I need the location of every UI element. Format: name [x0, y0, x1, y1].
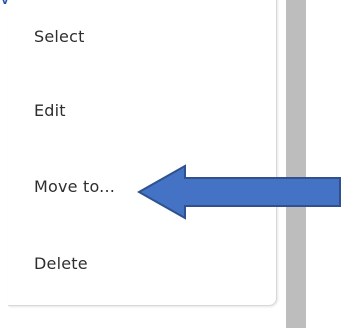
left-arrow-shape: [137, 164, 341, 220]
screenshot-stage: ve to Select Edit Move to... Delete: [0, 0, 342, 328]
menu-item-move-to[interactable]: Move to...: [34, 177, 115, 196]
context-menu: Select Edit Move to... Delete: [8, 0, 277, 306]
menu-item-delete[interactable]: Delete: [34, 254, 88, 273]
menu-item-edit[interactable]: Edit: [34, 101, 66, 120]
menu-item-select[interactable]: Select: [34, 27, 85, 46]
left-arrow-icon: [137, 164, 341, 220]
